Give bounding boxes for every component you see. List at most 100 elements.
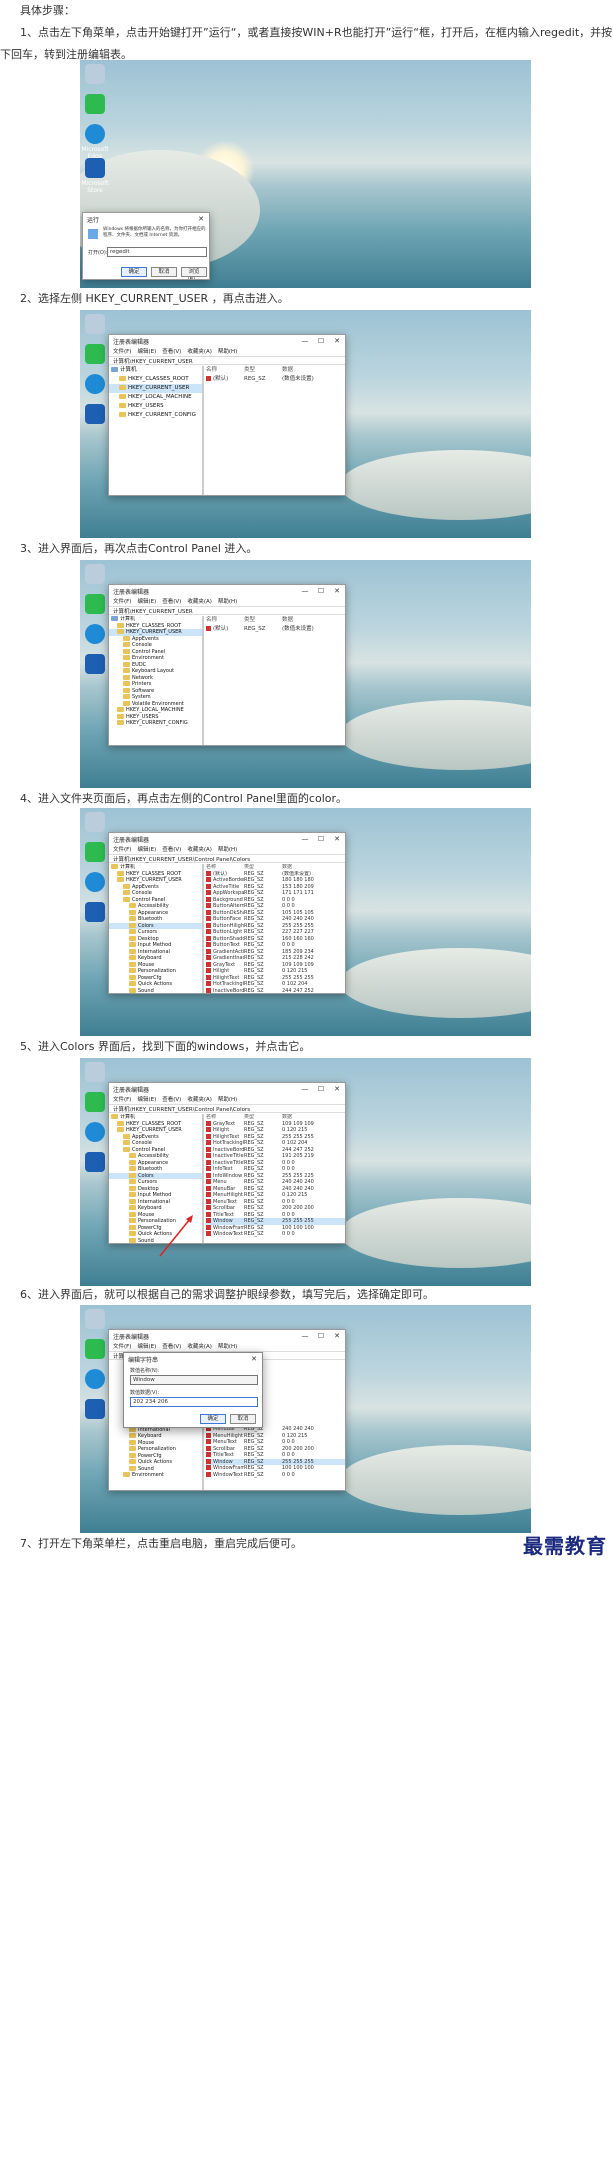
tree-item[interactable]: HKEY_USERS (109, 402, 202, 411)
store-icon[interactable] (85, 654, 105, 674)
edge-icon[interactable] (85, 1122, 105, 1142)
close-icon[interactable]: ✕ (329, 1085, 345, 1093)
store-icon[interactable] (85, 902, 105, 922)
maximize-icon[interactable]: ☐ (313, 587, 329, 595)
recycle-bin-icon[interactable] (85, 1309, 105, 1329)
wechat-icon[interactable] (85, 842, 105, 862)
recycle-bin-icon[interactable] (85, 812, 105, 832)
tree-item-label: Sound (138, 1237, 154, 1244)
menu-file[interactable]: 文件(F) (113, 845, 131, 854)
recycle-bin-icon[interactable] (85, 64, 105, 84)
value-row[interactable]: InactiveBorderREG_SZ 244 247 252 (206, 987, 345, 993)
wechat-icon[interactable] (85, 1092, 105, 1112)
close-icon[interactable]: ✕ (193, 215, 209, 223)
menu-file[interactable]: 文件(F) (113, 597, 131, 606)
wechat-icon[interactable] (85, 1339, 105, 1359)
browse-button[interactable]: 浏览(B)... (181, 267, 207, 279)
string-value-icon (206, 1159, 211, 1165)
menu-edit[interactable]: 编辑(E) (137, 845, 156, 854)
close-icon[interactable]: ✕ (329, 587, 345, 595)
maximize-icon[interactable]: ☐ (313, 1332, 329, 1340)
menu-view[interactable]: 查看(V) (162, 1095, 181, 1104)
close-icon[interactable]: ✕ (329, 337, 345, 345)
tree-item[interactable]: Sound (109, 987, 202, 993)
menu-view[interactable]: 查看(V) (162, 347, 181, 356)
minimize-icon[interactable]: — (297, 1332, 313, 1340)
maximize-icon[interactable]: ☐ (313, 1085, 329, 1093)
minimize-icon[interactable]: — (297, 587, 313, 595)
address-bar[interactable]: 计算机\HKEY_CURRENT_USER (109, 356, 345, 365)
address-bar[interactable]: 计算机\HKEY_CURRENT_USER\Control Panel\Colo… (109, 1104, 345, 1113)
tree-item-hkcu[interactable]: HKEY_CURRENT_USER (109, 384, 202, 393)
store-icon[interactable] (85, 158, 105, 178)
value-row[interactable]: (默认) REG_SZ (数值未设置) (206, 625, 345, 634)
wechat-icon[interactable] (85, 344, 105, 364)
cancel-button[interactable]: 取消 (230, 1414, 256, 1424)
minimize-icon[interactable]: — (297, 337, 313, 345)
menu-help[interactable]: 帮助(H) (218, 597, 237, 606)
minimize-icon[interactable]: — (297, 835, 313, 843)
tree-item[interactable]: HKEY_CLASSES_ROOT (109, 375, 202, 384)
menu-help[interactable]: 帮助(H) (218, 1342, 237, 1351)
folder-icon (129, 1231, 136, 1236)
menu-view[interactable]: 查看(V) (162, 1342, 181, 1351)
menu-view[interactable]: 查看(V) (162, 845, 181, 854)
tree-item-label: Desktop (138, 1185, 159, 1192)
maximize-icon[interactable]: ☐ (313, 835, 329, 843)
store-icon[interactable] (85, 1152, 105, 1172)
menu-favorites[interactable]: 收藏夹(A) (187, 597, 212, 606)
menu-edit[interactable]: 编辑(E) (137, 347, 156, 356)
edge-icon[interactable] (85, 374, 105, 394)
menu-help[interactable]: 帮助(H) (218, 1095, 237, 1104)
store-icon[interactable] (85, 1399, 105, 1419)
recycle-bin-icon[interactable] (85, 314, 105, 334)
edge-icon[interactable] (85, 624, 105, 644)
ok-button[interactable]: 确定 (200, 1414, 226, 1424)
tree-item[interactable]: HKEY_CURRENT_CONFIG (109, 720, 202, 727)
run-input[interactable]: regedit (107, 247, 207, 257)
step-4-text: 4、进入文件夹页面后，再点击左侧的Control Panel里面的color。 (20, 792, 348, 805)
tree-item[interactable]: HKEY_CURRENT_CONFIG (109, 411, 202, 420)
wechat-icon[interactable] (85, 594, 105, 614)
edge-icon[interactable] (85, 1369, 105, 1389)
menu-edit[interactable]: 编辑(E) (137, 1095, 156, 1104)
value-row[interactable]: WindowText REG_SZ 0 0 0 (206, 1471, 345, 1479)
edge-icon[interactable] (85, 872, 105, 892)
string-value-icon (206, 877, 211, 882)
maximize-icon[interactable]: ☐ (313, 337, 329, 345)
menu-help[interactable]: 帮助(H) (218, 845, 237, 854)
menu-file[interactable]: 文件(F) (113, 1095, 131, 1104)
minimize-icon[interactable]: — (297, 1085, 313, 1093)
close-icon[interactable]: ✕ (329, 1332, 345, 1340)
menu-file[interactable]: 文件(F) (113, 347, 131, 356)
folder-icon (129, 1459, 136, 1464)
menu-favorites[interactable]: 收藏夹(A) (187, 1095, 212, 1104)
edge-icon[interactable] (85, 124, 105, 144)
ok-button[interactable]: 确定 (121, 267, 147, 277)
tree-item[interactable]: 计算机 (109, 366, 202, 375)
close-icon[interactable]: ✕ (246, 1355, 262, 1363)
menu-view[interactable]: 查看(V) (162, 597, 181, 606)
menu-edit[interactable]: 编辑(E) (137, 597, 156, 606)
recycle-bin-icon[interactable] (85, 564, 105, 584)
wechat-icon[interactable] (85, 94, 105, 114)
value-row[interactable]: (默认) REG_SZ (数值未设置) (206, 375, 345, 384)
recycle-bin-icon[interactable] (85, 1062, 105, 1082)
cancel-button[interactable]: 取消 (151, 267, 177, 277)
menu-favorites[interactable]: 收藏夹(A) (187, 845, 212, 854)
value-row[interactable]: WindowText REG_SZ 0 0 0 (206, 1231, 345, 1238)
close-icon[interactable]: ✕ (329, 835, 345, 843)
tree-item[interactable]: HKEY_LOCAL_MACHINE (109, 393, 202, 402)
menu-help[interactable]: 帮助(H) (218, 347, 237, 356)
address-bar[interactable]: 计算机\HKEY_CURRENT_USER (109, 606, 345, 615)
menu-edit[interactable]: 编辑(E) (137, 1342, 156, 1351)
tree-item[interactable]: Environment (109, 1472, 202, 1479)
menu-favorites[interactable]: 收藏夹(A) (187, 347, 212, 356)
store-icon[interactable] (85, 404, 105, 424)
menu-file[interactable]: 文件(F) (113, 1342, 131, 1351)
value-data-input[interactable]: 202 234 206 (130, 1397, 258, 1407)
string-value-icon (206, 987, 211, 993)
menu-favorites[interactable]: 收藏夹(A) (187, 1342, 212, 1351)
address-bar[interactable]: 计算机\HKEY_CURRENT_USER\Control Panel\Colo… (109, 854, 345, 863)
folder-icon (129, 916, 136, 921)
